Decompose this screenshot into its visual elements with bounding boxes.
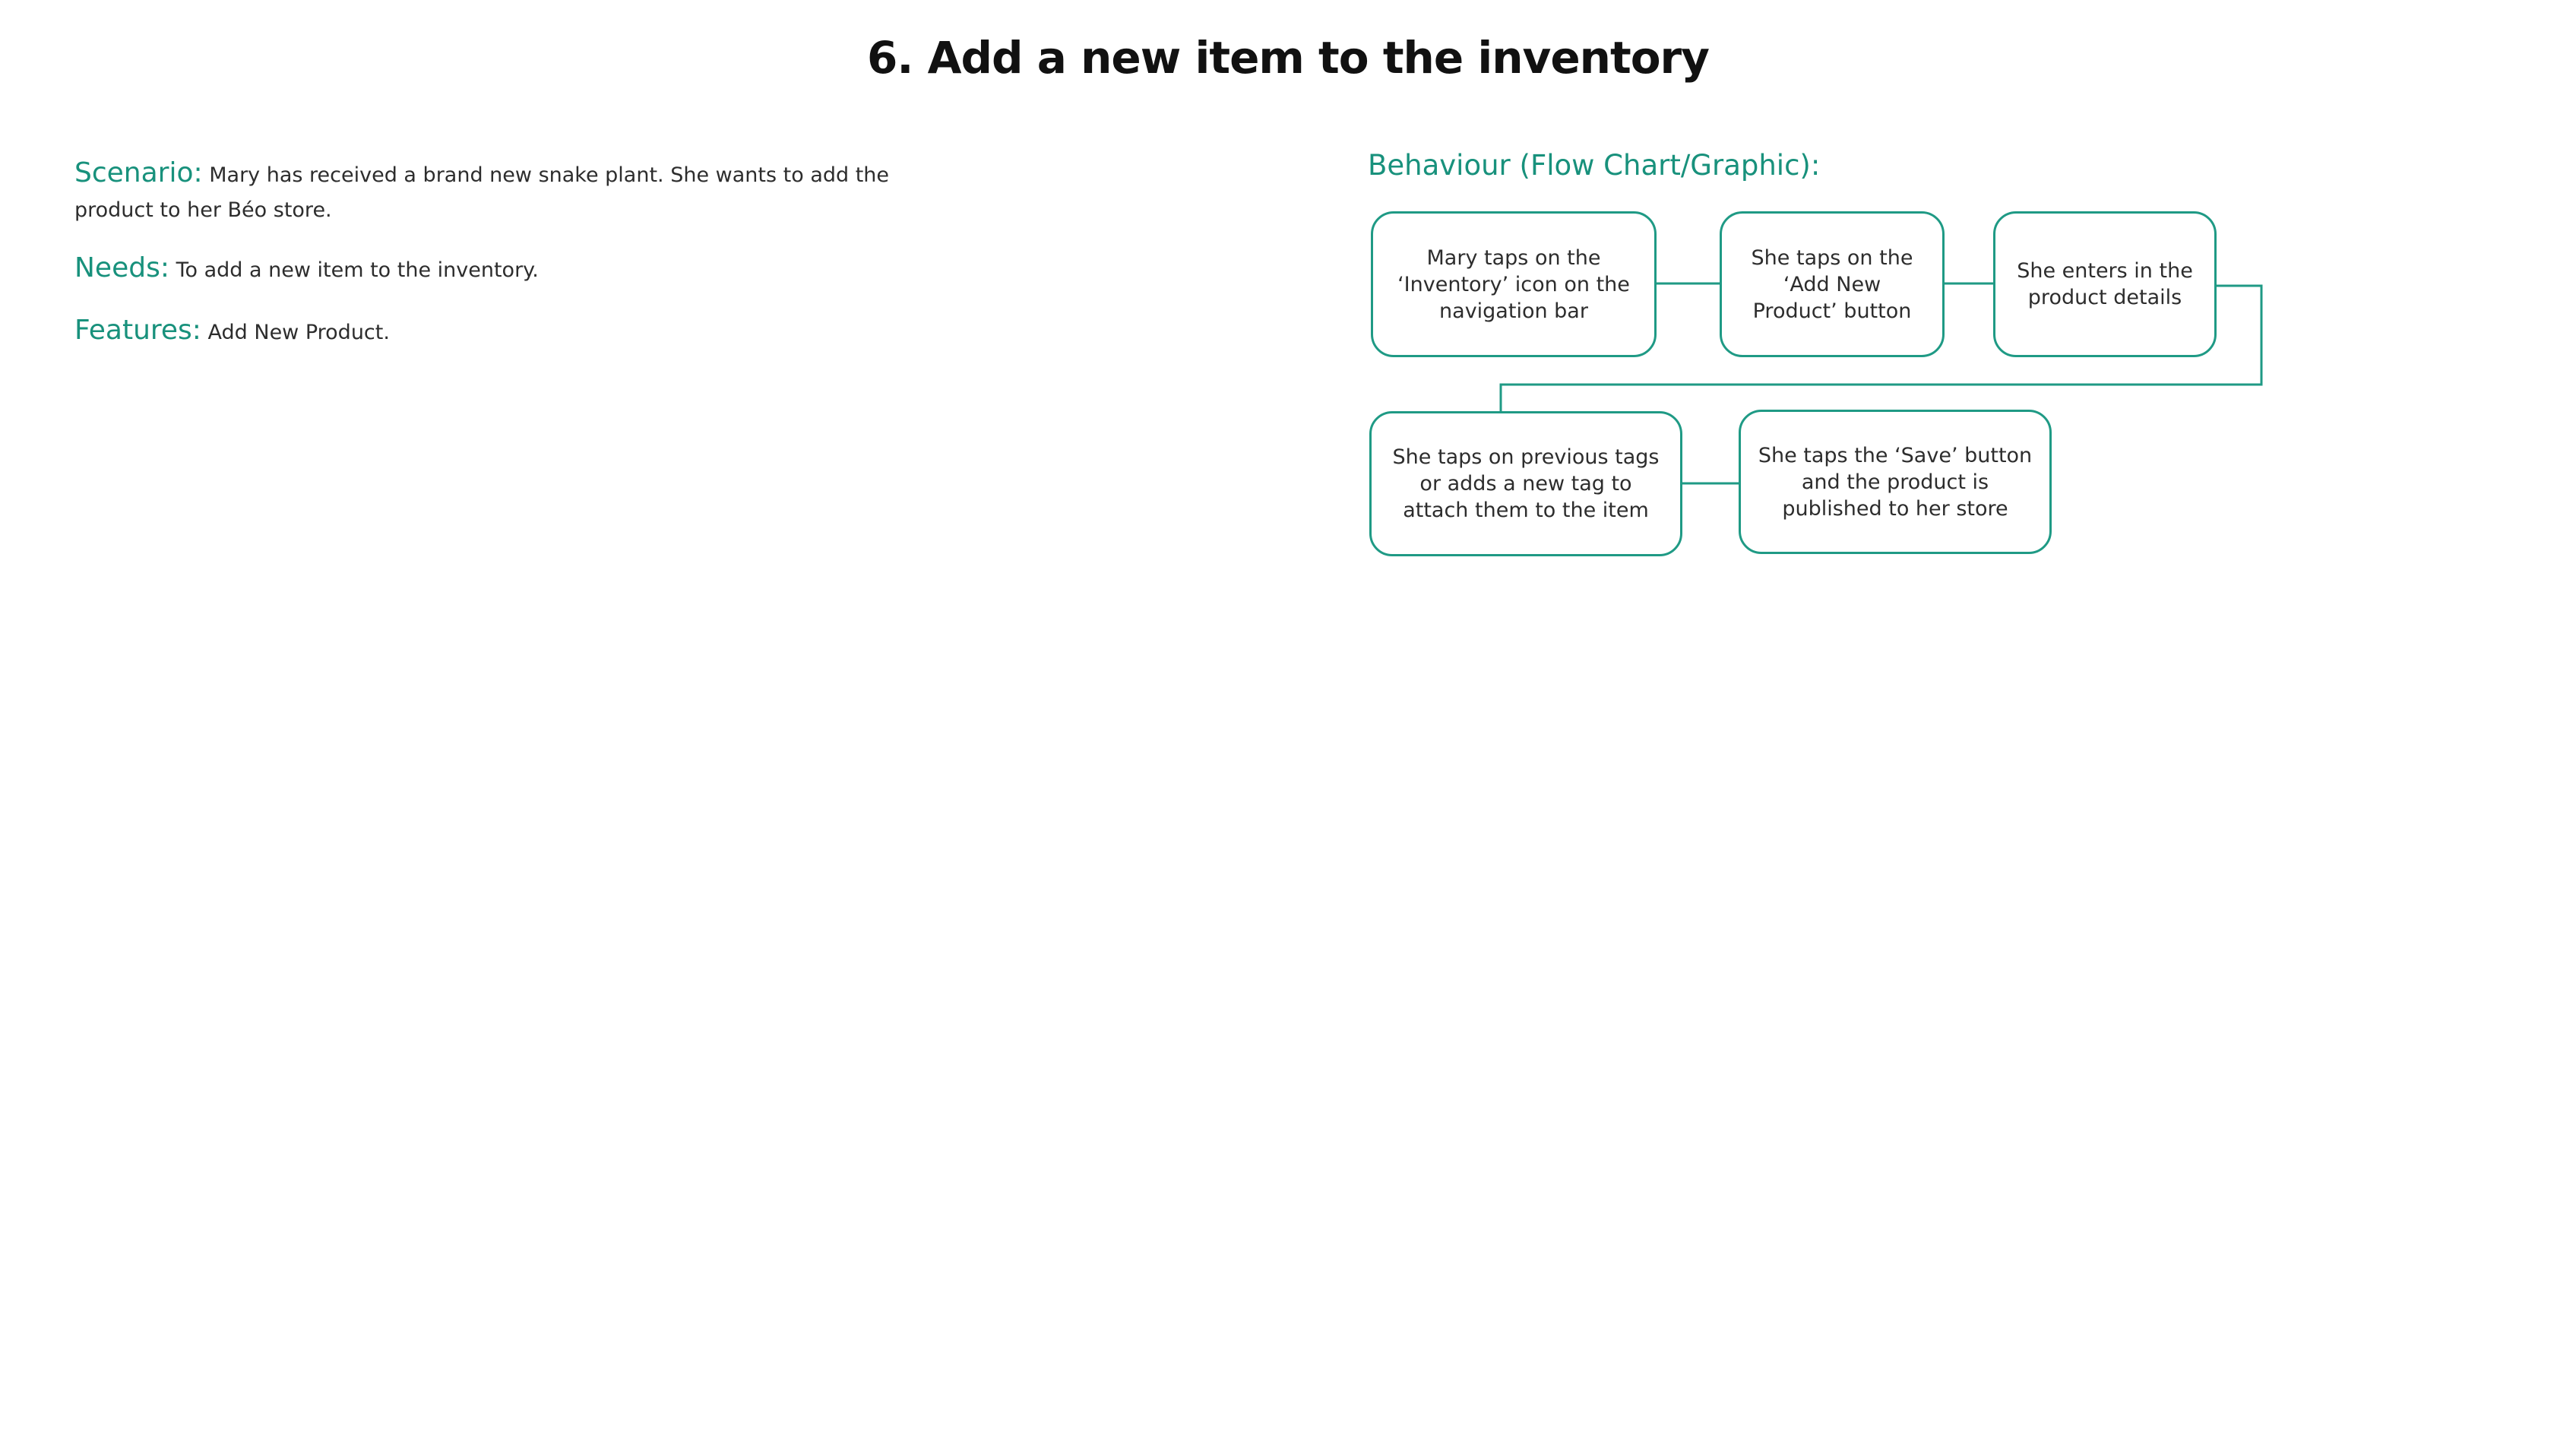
flow-step-3: She enters in the product details	[1993, 211, 2217, 357]
flow-step-2: She taps on the ‘Add New Product’ button	[1720, 211, 1945, 357]
flow-step-4: She taps on previous tags or adds a new …	[1369, 411, 1682, 556]
flow-step-1: Mary taps on the ‘Inventory’ icon on the…	[1371, 211, 1657, 357]
flow-step-5: She taps the ‘Save’ button and the produ…	[1739, 410, 2052, 554]
